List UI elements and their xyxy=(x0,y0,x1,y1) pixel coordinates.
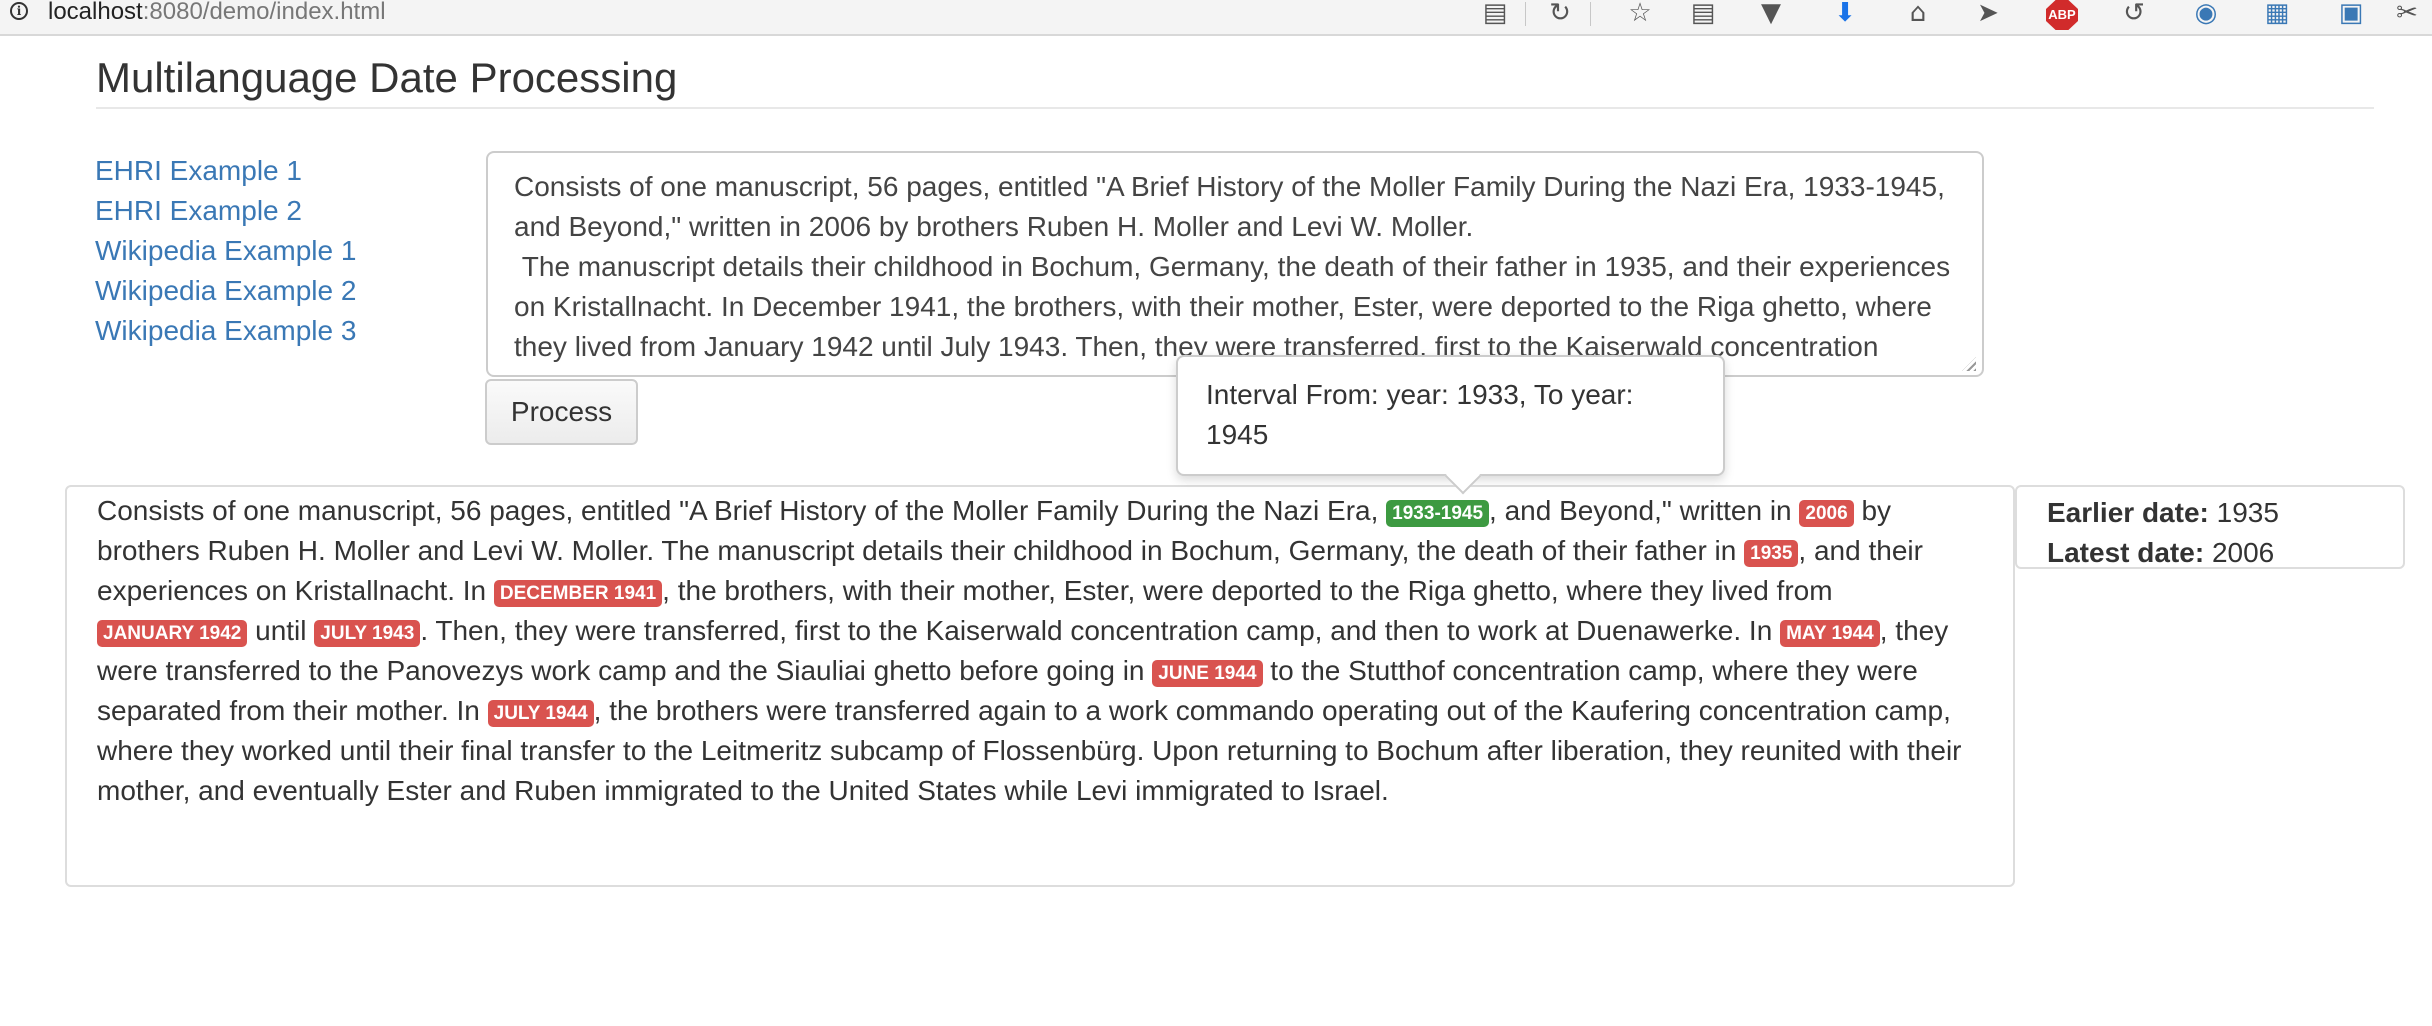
toolbar-separator xyxy=(1525,2,1526,26)
example-link-ehri-1[interactable]: EHRI Example 1 xyxy=(95,155,302,186)
address-bar[interactable]: localhost:8080/demo/index.html xyxy=(48,0,386,26)
title-divider xyxy=(96,107,2374,109)
tooltip-text: Interval From: year: 1933, To year: 1945 xyxy=(1206,379,1634,450)
output-text: Consists of one manuscript, 56 pages, en… xyxy=(97,495,1387,526)
example-link-wikipedia-2[interactable]: Wikipedia Example 2 xyxy=(95,275,356,306)
list-item: EHRI Example 1 xyxy=(95,151,356,191)
text-input-area[interactable]: Consists of one manuscript, 56 pages, en… xyxy=(486,151,1984,377)
list-item: EHRI Example 2 xyxy=(95,191,356,231)
pocket-icon[interactable]: ▼ xyxy=(1754,0,1788,26)
scissors-icon[interactable]: ✂ xyxy=(2390,0,2424,26)
bookmark-star-icon[interactable]: ☆ xyxy=(1623,0,1657,26)
extension-bookmark-icon[interactable]: ▣ xyxy=(2334,0,2368,26)
date-badge[interactable]: JULY 1944 xyxy=(487,700,594,727)
page-title: Multilanguage Date Processing xyxy=(96,54,678,101)
url-path: :8080/demo/index.html xyxy=(142,0,386,25)
example-link-ehri-2[interactable]: EHRI Example 2 xyxy=(95,195,302,226)
output-text: until xyxy=(247,615,315,646)
date-summary-panel: Earlier date: 1935 Latest date: 2006 xyxy=(2015,485,2405,569)
adblock-icon[interactable]: ABP xyxy=(2046,0,2078,30)
image-icon[interactable]: ▦ xyxy=(2260,0,2294,26)
example-link-wikipedia-1[interactable]: Wikipedia Example 1 xyxy=(95,235,356,266)
earlier-date-value: 1935 xyxy=(2216,497,2279,528)
date-badge[interactable]: DECEMBER 1941 xyxy=(493,580,663,607)
date-badge-interval[interactable]: 1933-1945 xyxy=(1386,500,1490,527)
date-badge[interactable]: JULY 1943 xyxy=(314,620,421,647)
latest-date-row: Latest date: 2006 xyxy=(2047,533,2373,573)
latest-date-label: Latest date: xyxy=(2047,537,2205,568)
interval-tooltip: Interval From: year: 1933, To year: 1945 xyxy=(1176,355,1725,476)
date-badge[interactable]: JUNE 1944 xyxy=(1152,660,1263,687)
url-host: localhost xyxy=(48,0,143,25)
date-badge[interactable]: 1935 xyxy=(1744,540,1799,567)
output-text: . Then, they were transferred, first to … xyxy=(420,615,1781,646)
annotated-output-panel: Consists of one manuscript, 56 pages, en… xyxy=(65,485,2015,887)
date-badge[interactable]: JANUARY 1942 xyxy=(97,620,248,647)
browser-toolbar: i localhost:8080/demo/index.html ▤ ↻ ☆ ▤… xyxy=(0,0,2432,36)
library-icon[interactable]: ▤ xyxy=(1686,0,1720,26)
output-text: , and Beyond," written in xyxy=(1489,495,1800,526)
reload-icon[interactable]: ↻ xyxy=(1543,0,1577,26)
home-icon[interactable]: ⌂ xyxy=(1901,0,1935,26)
reader-mode-icon[interactable]: ▤ xyxy=(1478,0,1512,26)
process-button[interactable]: Process xyxy=(485,379,638,445)
example-link-wikipedia-3[interactable]: Wikipedia Example 3 xyxy=(95,315,356,346)
latest-date-value: 2006 xyxy=(2211,537,2275,568)
site-info-icon[interactable]: i xyxy=(10,2,28,20)
history-icon[interactable]: ↺ xyxy=(2117,0,2151,26)
toolbar-separator xyxy=(1590,2,1591,26)
date-badge[interactable]: 2006 xyxy=(1799,500,1854,527)
output-text: , the brothers, with their mother, Ester… xyxy=(662,575,1833,606)
send-icon[interactable]: ➤ xyxy=(1971,0,2005,26)
date-badge[interactable]: MAY 1944 xyxy=(1780,620,1880,647)
list-item: Wikipedia Example 1 xyxy=(95,231,356,271)
list-item: Wikipedia Example 2 xyxy=(95,271,356,311)
earlier-date-label: Earlier date: xyxy=(2047,497,2209,528)
extension-icon[interactable]: ◉ xyxy=(2189,0,2223,26)
earlier-date-row: Earlier date: 1935 xyxy=(2047,493,2373,533)
example-list: EHRI Example 1 EHRI Example 2 Wikipedia … xyxy=(95,151,356,351)
list-item: Wikipedia Example 3 xyxy=(95,311,356,351)
download-icon[interactable]: ⬇ xyxy=(1828,0,1862,26)
